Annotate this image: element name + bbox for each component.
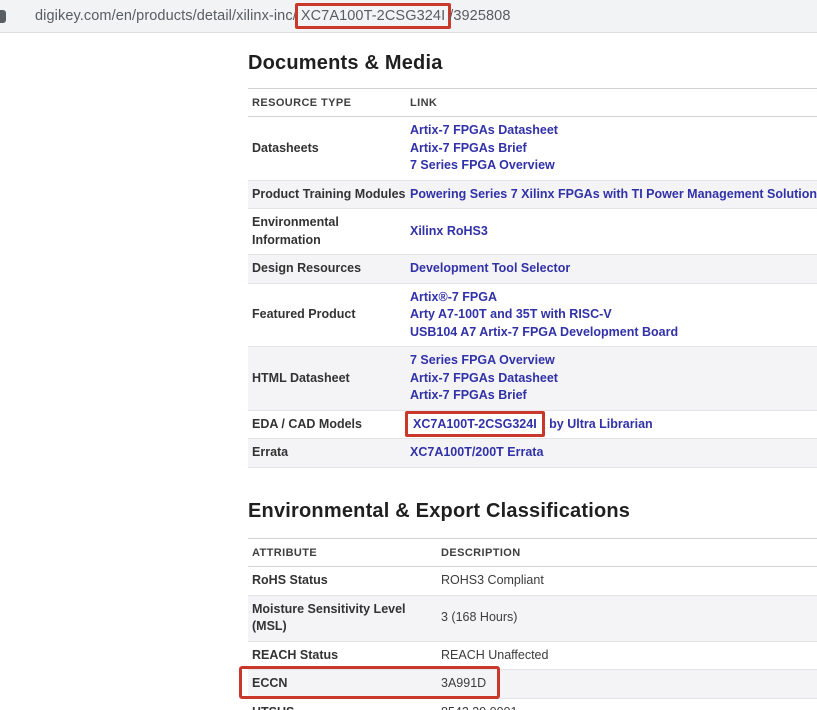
environmental-export-table: ATTRIBUTE DESCRIPTION RoHS StatusROHS3 C…	[248, 538, 817, 710]
table-row: HTML Datasheet7 Series FPGA OverviewArti…	[248, 347, 817, 411]
row-value: REACH Unaffected	[437, 647, 817, 665]
table-header-row: RESOURCE TYPE LINK	[248, 89, 817, 117]
column-header-link: LINK	[406, 97, 817, 109]
row-links: Development Tool Selector	[406, 260, 817, 278]
table-row: HTSUS8542.39.0001	[248, 699, 817, 710]
row-links: Powering Series 7 Xilinx FPGAs with TI P…	[406, 186, 817, 204]
table-row: Design ResourcesDevelopment Tool Selecto…	[248, 255, 817, 284]
resource-link[interactable]: Arty A7-100T and 35T with RISC-V	[410, 306, 612, 324]
row-label: REACH Status	[248, 647, 437, 665]
resource-link[interactable]: 7 Series FPGA Overview	[410, 352, 555, 370]
resource-link[interactable]: Artix-7 FPGAs Brief	[410, 140, 527, 158]
table-row: ECCN3A991D	[248, 670, 817, 699]
resource-link[interactable]: Development Tool Selector	[410, 260, 570, 278]
url-highlighted-part-number: XC7A100T-2CSG324I	[301, 8, 445, 24]
row-label: Errata	[248, 444, 406, 462]
row-links: Artix®-7 FPGAArty A7-100T and 35T with R…	[406, 289, 817, 342]
documents-media-rows: DatasheetsArtix-7 FPGAs DatasheetArtix-7…	[248, 117, 817, 468]
page-url: digikey.com/en/products/detail/xilinx-in…	[35, 8, 510, 24]
row-links: Artix-7 FPGAs DatasheetArtix-7 FPGAs Bri…	[406, 122, 817, 175]
column-header-attribute: ATTRIBUTE	[248, 547, 437, 559]
row-label: Environmental Information	[248, 214, 406, 249]
resource-link[interactable]: XC7A100T-2CSG324I by Ultra Librarian	[410, 416, 653, 434]
part-number-highlight-box: XC7A100T-2CSG324I	[405, 411, 545, 437]
table-row: ErrataXC7A100T/200T Errata	[248, 439, 817, 468]
table-row: Environmental InformationXilinx RoHS3	[248, 209, 817, 255]
browser-address-bar[interactable]: digikey.com/en/products/detail/xilinx-in…	[0, 0, 817, 33]
table-row: Product Training ModulesPowering Series …	[248, 181, 817, 210]
url-highlight-box: XC7A100T-2CSG324I	[295, 3, 451, 29]
resource-link[interactable]: XC7A100T/200T Errata	[410, 444, 543, 462]
row-value: 8542.39.0001	[437, 704, 817, 710]
row-value: 3A991D	[437, 675, 817, 693]
row-links: XC7A100T-2CSG324I by Ultra Librarian	[406, 416, 817, 434]
resource-link[interactable]: Artix-7 FPGAs Datasheet	[410, 370, 558, 388]
row-label: Moisture Sensitivity Level (MSL)	[248, 601, 437, 636]
row-label: RoHS Status	[248, 572, 437, 590]
row-label: Datasheets	[248, 140, 406, 158]
table-row: RoHS StatusROHS3 Compliant	[248, 567, 817, 596]
url-suffix: /3925808	[449, 8, 510, 24]
row-label: ECCN	[248, 675, 437, 693]
resource-link[interactable]: Powering Series 7 Xilinx FPGAs with TI P…	[410, 186, 817, 204]
documents-media-title: Documents & Media	[248, 50, 817, 76]
row-label: Design Resources	[248, 260, 406, 278]
column-header-resource-type: RESOURCE TYPE	[248, 97, 406, 109]
row-label: EDA / CAD Models	[248, 416, 406, 434]
row-label: HTML Datasheet	[248, 370, 406, 388]
table-header-row: ATTRIBUTE DESCRIPTION	[248, 539, 817, 567]
row-label: HTSUS	[248, 704, 437, 710]
site-favicon-icon	[0, 10, 6, 23]
table-row: EDA / CAD ModelsXC7A100T-2CSG324I by Ult…	[248, 411, 817, 440]
documents-media-table: RESOURCE TYPE LINK DatasheetsArtix-7 FPG…	[248, 88, 817, 468]
row-label: Featured Product	[248, 306, 406, 324]
environmental-export-title: Environmental & Export Classifications	[248, 498, 817, 524]
row-value: ROHS3 Compliant	[437, 572, 817, 590]
row-value: 3 (168 Hours)	[437, 609, 817, 627]
table-row: Moisture Sensitivity Level (MSL)3 (168 H…	[248, 596, 817, 642]
row-label: Product Training Modules	[248, 186, 406, 204]
url-prefix: digikey.com/en/products/detail/xilinx-in…	[35, 8, 297, 24]
resource-link[interactable]: Xilinx RoHS3	[410, 223, 488, 241]
column-header-description: DESCRIPTION	[437, 547, 817, 559]
resource-link[interactable]: USB104 A7 Artix-7 FPGA Development Board	[410, 324, 678, 342]
table-row: Featured ProductArtix®-7 FPGAArty A7-100…	[248, 284, 817, 348]
resource-link[interactable]: 7 Series FPGA Overview	[410, 157, 555, 175]
environmental-export-section: Environmental & Export Classifications A…	[248, 498, 817, 710]
documents-media-section: Documents & Media RESOURCE TYPE LINK Dat…	[248, 50, 817, 468]
environmental-export-rows: RoHS StatusROHS3 CompliantMoisture Sensi…	[248, 567, 817, 710]
resource-link[interactable]: Artix-7 FPGAs Brief	[410, 387, 527, 405]
row-links: XC7A100T/200T Errata	[406, 444, 817, 462]
resource-link[interactable]: Artix®-7 FPGA	[410, 289, 497, 307]
resource-link[interactable]: Artix-7 FPGAs Datasheet	[410, 122, 558, 140]
row-links: Xilinx RoHS3	[406, 223, 817, 241]
table-row: DatasheetsArtix-7 FPGAs DatasheetArtix-7…	[248, 117, 817, 181]
table-row: REACH StatusREACH Unaffected	[248, 642, 817, 671]
row-links: 7 Series FPGA OverviewArtix-7 FPGAs Data…	[406, 352, 817, 405]
